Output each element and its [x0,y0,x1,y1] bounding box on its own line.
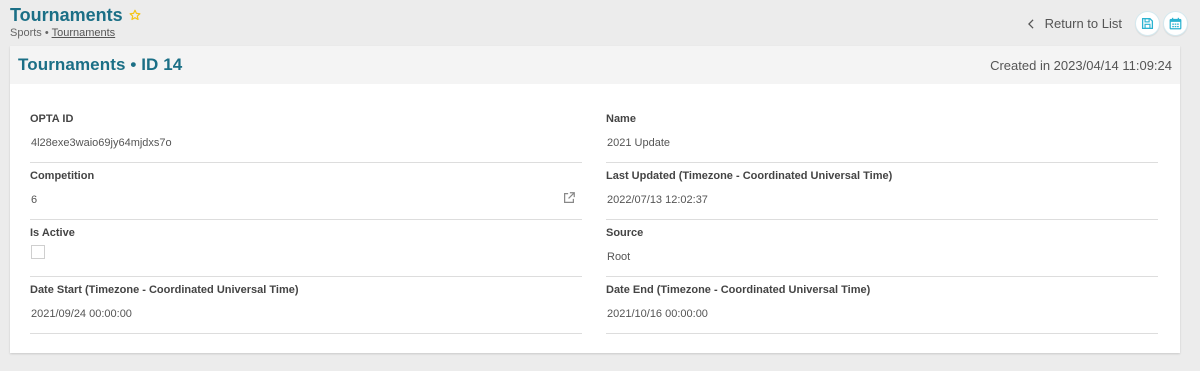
detail-form: OPTA ID 4l28exe3waio69jy64mjdxs7o Name 2… [30,106,1160,334]
external-link-icon[interactable] [562,191,576,205]
field-value: 2022/07/13 12:02:37 [607,194,708,206]
breadcrumb-current-link[interactable]: Tournaments [52,27,116,39]
competition-field: Competition 6 [30,163,582,220]
last-updated-field: Last Updated (Timezone - Coordinated Uni… [606,163,1158,220]
field-value: 4l28exe3waio69jy64mjdxs7o [31,137,172,149]
name-field: Name 2021 Update [606,106,1158,163]
opta-id-field: OPTA ID 4l28exe3waio69jy64mjdxs7o [30,106,582,163]
field-value: 6 [31,194,38,206]
field-label: Date Start (Timezone - Coordinated Unive… [30,284,299,296]
field-label: Source [606,227,644,239]
save-button[interactable] [1135,11,1160,36]
field-divider [30,333,582,334]
field-label: Is Active [30,227,75,239]
chevron-left-icon [1027,18,1034,29]
calendar-icon [1169,17,1182,30]
field-label: Date End (Timezone - Coordinated Univers… [606,284,871,296]
field-value: Root [607,251,631,263]
field-value: 2021/10/16 00:00:00 [607,308,708,320]
card-header: Tournaments • ID 14 Created in 2023/04/1… [10,46,1180,84]
card-title: Tournaments • ID 14 [18,55,183,74]
created-timestamp: Created in 2023/04/14 11:09:24 [990,57,1172,73]
breadcrumb-parent: Sports [10,27,42,39]
field-divider [606,333,1158,334]
page-header: Tournaments Sports • Tournaments [10,4,141,40]
field-label: OPTA ID [30,113,74,125]
title-row: Tournaments [10,4,141,26]
calendar-button[interactable] [1163,11,1188,36]
field-label: Name [606,113,636,125]
field-label: Last Updated (Timezone - Coordinated Uni… [606,170,893,182]
return-to-list-link[interactable]: Return to List [1027,16,1122,31]
page-title: Tournaments [10,5,123,25]
breadcrumb: Sports • Tournaments [10,27,141,40]
field-value: 2021 Update [607,137,670,149]
source-field: Source Root [606,220,1158,277]
is-active-checkbox[interactable] [31,245,45,259]
breadcrumb-separator: • [44,27,49,39]
field-value: 2021/09/24 00:00:00 [31,308,132,320]
tournament-detail-card: Tournaments • ID 14 Created in 2023/04/1… [10,46,1180,353]
field-label: Competition [30,170,95,182]
header-actions: Return to List [1027,11,1188,36]
return-to-list-label: Return to List [1044,16,1122,31]
star-icon[interactable] [129,9,141,21]
date-end-field: Date End (Timezone - Coordinated Univers… [606,277,1158,334]
save-icon [1141,17,1154,30]
is-active-field: Is Active [30,220,582,277]
date-start-field: Date Start (Timezone - Coordinated Unive… [30,277,582,334]
